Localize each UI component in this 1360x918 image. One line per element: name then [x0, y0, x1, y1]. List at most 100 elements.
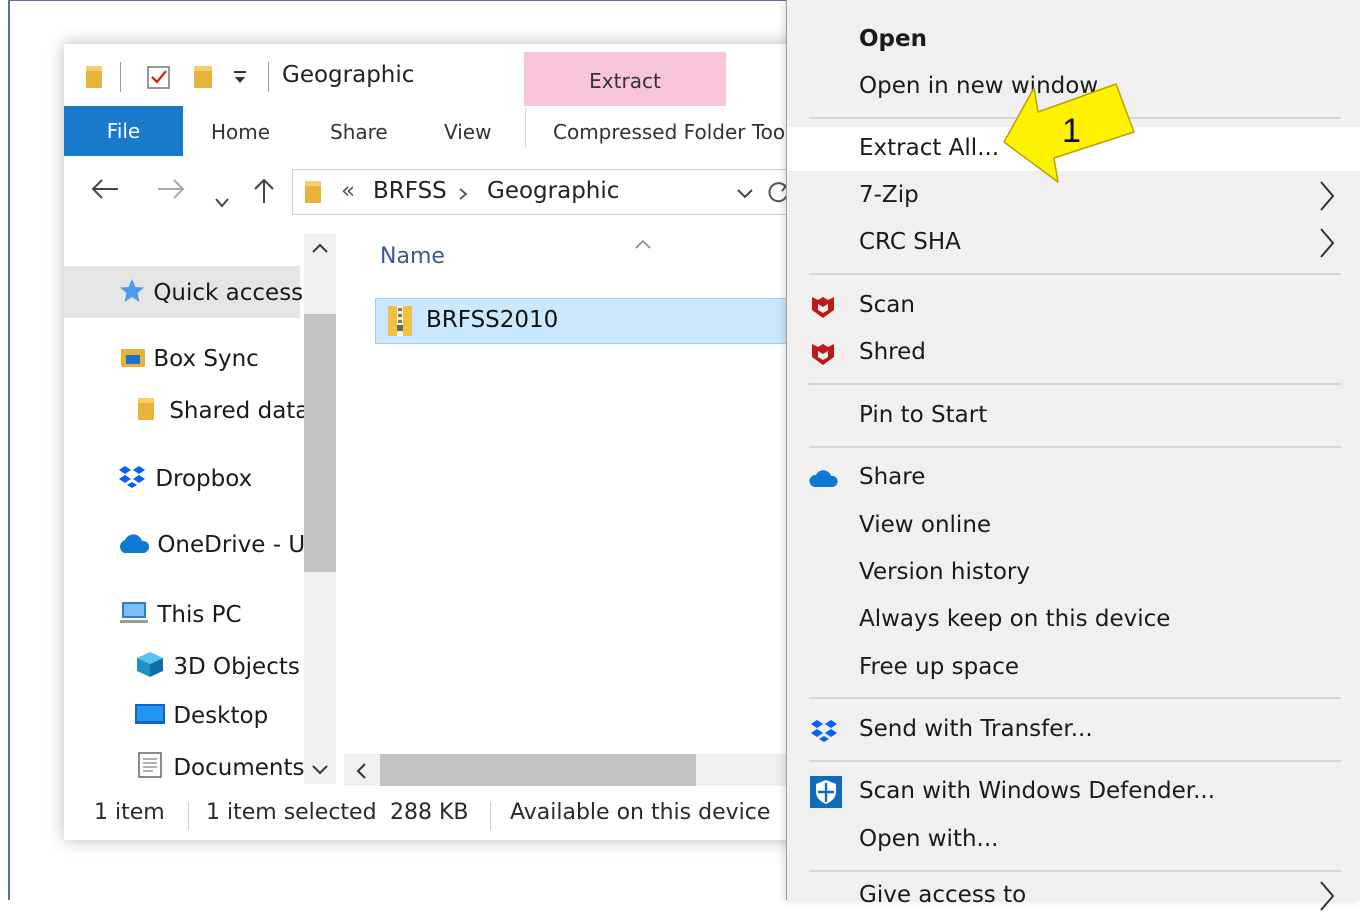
- scroll-left-chevron-icon[interactable]: [354, 762, 368, 784]
- breadcrumb-brfss[interactable]: BRFSS: [373, 178, 447, 204]
- extract-contextual-tab[interactable]: Extract: [524, 52, 726, 106]
- sidebar-scrollbar-thumb[interactable]: [304, 314, 336, 572]
- status-size: 288 KB: [390, 800, 469, 825]
- breadcrumb-chevron-icon[interactable]: [457, 186, 469, 205]
- menu-separator: [809, 273, 1341, 275]
- menu-item-give-access-to[interactable]: Give access to: [787, 874, 1360, 918]
- star-icon: [118, 278, 146, 310]
- sidebar-item-label: Shared data: [169, 398, 310, 424]
- sidebar-item-desktop[interactable]: Desktop: [134, 701, 268, 733]
- menu-item-crc-sha[interactable]: CRC SHA: [787, 221, 1360, 265]
- menu-item-send-with-transfer[interactable]: Send with Transfer...: [787, 708, 1360, 752]
- sidebar-item-onedrive[interactable]: OneDrive - U: [116, 532, 305, 562]
- breadcrumb-overflow[interactable]: «: [341, 178, 355, 204]
- up-arrow-icon[interactable]: [252, 177, 276, 212]
- dropbox-icon: [809, 717, 837, 745]
- submenu-chevron-icon: [1317, 178, 1337, 218]
- menu-item-view-online[interactable]: View online: [787, 504, 1360, 548]
- address-dropdown-chevron-icon[interactable]: [735, 186, 755, 205]
- folder-icon: [136, 396, 162, 428]
- content-horizontal-scrollbar-thumb[interactable]: [380, 754, 696, 786]
- new-folder-icon[interactable]: [192, 64, 214, 94]
- customize-toolbar-icon[interactable]: [232, 66, 248, 92]
- forward-arrow-icon[interactable]: [156, 177, 186, 208]
- document-icon: [134, 751, 166, 784]
- window-title: Geographic: [282, 62, 415, 88]
- menu-item-share[interactable]: Share: [787, 456, 1360, 500]
- title-separator: [268, 62, 269, 92]
- sidebar-item-label: This PC: [157, 602, 242, 628]
- menu-separator: [809, 446, 1341, 448]
- properties-checkbox-icon[interactable]: [146, 64, 172, 94]
- sidebar-item-label: Box Sync: [153, 346, 259, 372]
- menu-separator: [809, 870, 1341, 872]
- recent-locations-chevron-icon[interactable]: [214, 186, 230, 216]
- menu-item-scan[interactable]: Scan: [787, 284, 1360, 328]
- sidebar-item-3d-objects[interactable]: 3D Objects: [134, 650, 300, 684]
- cube-3d-icon: [134, 650, 166, 684]
- file-row-selected[interactable]: BRFSS2010: [375, 298, 795, 344]
- windows-defender-shield-icon: [809, 775, 842, 808]
- title-separator: [120, 62, 121, 92]
- folder-icon[interactable]: [84, 64, 104, 94]
- ribbon-separator: [525, 108, 526, 148]
- onedrive-cloud-icon: [116, 532, 150, 562]
- menu-item-open-with[interactable]: Open with...: [787, 818, 1360, 862]
- annotation-number: 1: [1062, 112, 1081, 150]
- menu-separator: [809, 697, 1341, 699]
- submenu-chevron-icon: [1317, 878, 1337, 918]
- sidebar-item-label: Dropbox: [155, 466, 253, 492]
- breadcrumb-geographic[interactable]: Geographic: [487, 178, 619, 204]
- status-availability: Available on this device: [510, 800, 771, 825]
- menu-item-version-history[interactable]: Version history: [787, 551, 1360, 595]
- navigation-pane: Quick access Box Sync Shared data Dropbo…: [64, 234, 334, 784]
- sidebar-item-box-sync[interactable]: Box Sync: [120, 346, 259, 376]
- tab-home[interactable]: Home: [211, 120, 270, 144]
- mcafee-shield-icon: [809, 293, 837, 321]
- menu-item-free-up-space[interactable]: Free up space: [787, 646, 1360, 690]
- title-bar: Geographic Extract: [64, 44, 804, 106]
- status-separator: [188, 802, 189, 830]
- menu-item-pin-to-start[interactable]: Pin to Start: [787, 394, 1360, 438]
- status-separator: [490, 802, 491, 830]
- dropbox-icon: [116, 464, 148, 496]
- desktop-icon: [134, 701, 166, 733]
- annotation-arrow-callout: 1: [996, 80, 1146, 190]
- tab-share[interactable]: Share: [330, 120, 388, 144]
- zip-folder-icon: [386, 304, 414, 342]
- address-bar[interactable]: « BRFSS Geographic: [292, 169, 792, 215]
- back-arrow-icon[interactable]: [90, 177, 120, 208]
- computer-icon: [118, 600, 150, 632]
- tab-compressed-folder-tools[interactable]: Compressed Folder Too: [553, 120, 785, 144]
- sidebar-item-shared-data[interactable]: Shared data: [136, 396, 309, 428]
- tab-file[interactable]: File: [64, 106, 183, 156]
- folder-icon: [303, 178, 323, 210]
- file-name: BRFSS2010: [426, 307, 559, 333]
- sidebar-item-label: Quick access: [153, 280, 304, 306]
- sidebar-item-dropbox[interactable]: Dropbox: [116, 464, 252, 496]
- sidebar-item-label: OneDrive - U: [157, 532, 306, 558]
- file-explorer-window: Geographic Extract Home Share View Compr…: [64, 44, 804, 840]
- status-selected: 1 item selected: [206, 800, 377, 825]
- menu-item-scan-with-windows-defender[interactable]: Scan with Windows Defender...: [787, 770, 1360, 814]
- scroll-up-chevron-icon[interactable]: [310, 240, 330, 259]
- sidebar-item-this-pc[interactable]: This PC: [118, 600, 242, 632]
- status-item-count: 1 item: [94, 800, 165, 825]
- submenu-chevron-icon: [1317, 225, 1337, 265]
- box-sync-icon: [120, 346, 146, 376]
- menu-separator: [809, 760, 1341, 762]
- scroll-down-chevron-icon[interactable]: [310, 762, 330, 781]
- onedrive-cloud-icon: [809, 465, 838, 493]
- menu-item-always-keep-on-device[interactable]: Always keep on this device: [787, 598, 1360, 642]
- sidebar-item-label: Desktop: [173, 703, 269, 729]
- sort-ascending-caret-icon: [634, 230, 652, 254]
- sidebar-item-quick-access[interactable]: Quick access: [118, 278, 303, 310]
- mcafee-shield-icon: [809, 340, 837, 368]
- column-header-name[interactable]: Name: [380, 244, 445, 269]
- tab-view[interactable]: View: [444, 120, 491, 144]
- sidebar-item-label: Documents: [173, 755, 305, 781]
- menu-separator: [809, 383, 1341, 385]
- menu-item-shred[interactable]: Shred: [787, 331, 1360, 375]
- menu-item-open[interactable]: Open: [787, 18, 1360, 62]
- sidebar-item-documents[interactable]: Documents: [134, 751, 304, 784]
